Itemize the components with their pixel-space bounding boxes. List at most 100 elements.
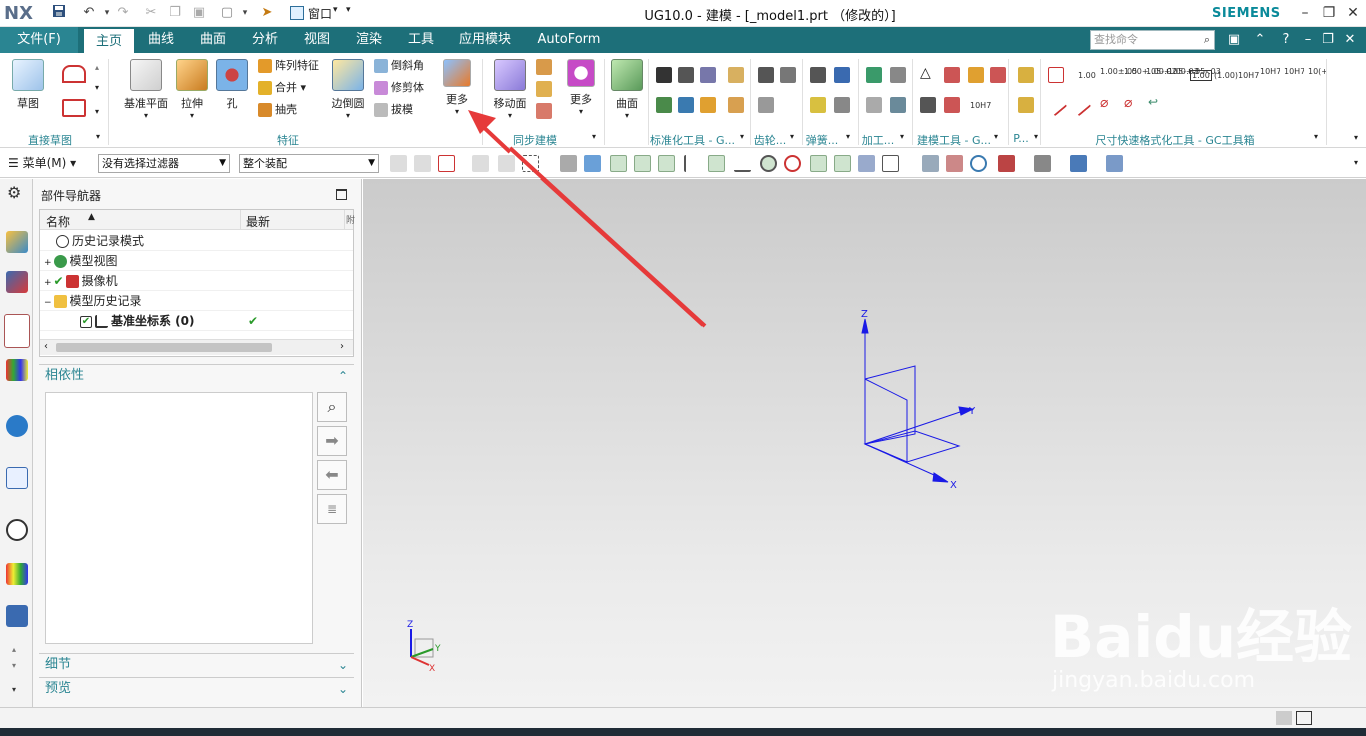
sync-tool-icon-3[interactable] xyxy=(536,103,552,119)
rotate-view-icon[interactable] xyxy=(970,155,987,172)
snap-point-on-curve-icon[interactable] xyxy=(810,155,827,172)
dim-label-10[interactable]: 10(+.015/0) xyxy=(1308,67,1326,76)
std-tool-icon-7[interactable] xyxy=(700,97,716,113)
arrow-right-button[interactable]: ➡ xyxy=(317,426,347,456)
spring-tool-icon-3[interactable] xyxy=(810,97,826,113)
window-dropdown-icon[interactable]: ▾ xyxy=(333,5,338,15)
draft-button[interactable]: 拔模 xyxy=(374,101,413,119)
chamfer-button[interactable]: 倒斜角 xyxy=(374,57,424,75)
column-extra[interactable]: 附 xyxy=(346,213,355,226)
column-divider[interactable] xyxy=(344,210,345,230)
snap-on-face-icon[interactable] xyxy=(834,155,851,172)
tree-row-model-history[interactable]: − 模型历史记录 xyxy=(40,291,353,311)
preview-section-header[interactable]: 预览 ⌄ xyxy=(39,677,354,699)
checkbox-checked-icon[interactable]: ✔ xyxy=(80,315,92,328)
group-dropdown-icon[interactable]: ▾ xyxy=(96,132,100,141)
trim-body-button[interactable]: 修剪体 xyxy=(374,79,424,97)
machining-tool-icon-2[interactable] xyxy=(890,67,906,83)
customize-icon[interactable]: ▾ xyxy=(346,5,351,15)
more-sketch-icon[interactable]: ▾ xyxy=(95,107,99,116)
snap-grid-icon[interactable] xyxy=(882,155,899,172)
close-button[interactable]: ✕ xyxy=(1342,3,1364,23)
tree-row-cameras[interactable]: + ✔ 摄像机 xyxy=(40,271,353,291)
web-browser-icon[interactable] xyxy=(6,467,28,489)
snap-bounded-icon[interactable] xyxy=(858,155,875,172)
search-magnifier-button[interactable]: ⌕ xyxy=(317,392,347,422)
horizontal-scrollbar[interactable]: ‹ › xyxy=(40,339,353,355)
gear-tool-icon-1[interactable] xyxy=(758,67,774,83)
expand-icon[interactable]: + xyxy=(44,278,52,288)
snap-intersection-icon[interactable] xyxy=(708,155,725,172)
select-feature-icon[interactable] xyxy=(414,155,431,172)
hole-button[interactable]: 孔 xyxy=(214,59,250,111)
dependency-tree-button[interactable]: ≣ xyxy=(317,494,347,524)
snap-center-icon[interactable] xyxy=(760,155,777,172)
group-dropdown-icon[interactable]: ▾ xyxy=(900,132,904,141)
std-tool-icon-5[interactable] xyxy=(656,97,672,113)
group-dropdown-icon[interactable]: ▾ xyxy=(740,132,744,141)
collapse-icon[interactable]: − xyxy=(44,298,52,308)
settings-gear-icon[interactable]: ⚙ xyxy=(7,183,21,202)
tab-tools[interactable]: 工具 xyxy=(400,27,442,53)
scroll-up-icon[interactable]: ▴ xyxy=(12,645,16,654)
std-tool-icon-2[interactable] xyxy=(678,67,694,83)
window-menu[interactable]: 窗口 xyxy=(308,5,332,22)
edit-section-icon[interactable] xyxy=(1034,155,1051,172)
tab-render[interactable]: 渲染 xyxy=(348,27,390,53)
collapse-ribbon-icon[interactable]: ⌃ xyxy=(1250,30,1270,50)
tab-curve[interactable]: 曲线 xyxy=(140,27,182,53)
dim-label-8[interactable]: 10H7(+.018/0) xyxy=(1260,67,1280,76)
command-search-input[interactable]: 查找命令 ⌕ xyxy=(1090,30,1215,50)
cut-icon[interactable]: ✂ xyxy=(142,4,160,22)
tab-file[interactable]: 文件(F) xyxy=(0,27,78,53)
minimize-button[interactable]: – xyxy=(1294,3,1316,23)
model-tool-icon-4[interactable] xyxy=(990,67,1006,83)
general-selection-icon[interactable] xyxy=(390,155,407,172)
column-latest[interactable]: 最新 xyxy=(246,213,270,230)
rail-options-icon[interactable]: ▾ xyxy=(12,685,16,694)
unite-button[interactable]: 合并 ▾ xyxy=(258,79,306,97)
extrude-button[interactable]: 拉伸 ▾ xyxy=(174,59,210,120)
view-triad-icon[interactable] xyxy=(1106,155,1123,172)
menu-button[interactable]: ☰ 菜单(M) ▾ xyxy=(8,154,76,171)
spring-tool-icon-4[interactable] xyxy=(834,97,850,113)
triangle-icon[interactable]: △ xyxy=(920,65,931,81)
std-tool-icon-3[interactable] xyxy=(700,67,716,83)
tree-row-history-mode[interactable]: 历史记录模式 xyxy=(40,231,353,251)
more-sync-button[interactable]: 更多 ▾ xyxy=(562,59,600,116)
group-dropdown-icon[interactable]: ▾ xyxy=(592,132,596,141)
model-tool-icon-3[interactable] xyxy=(968,67,984,83)
group-dropdown-icon[interactable]: ▾ xyxy=(994,132,998,141)
fullscreen-status-icon[interactable] xyxy=(1296,711,1312,725)
paste-icon[interactable]: ▣ xyxy=(190,4,208,22)
scroll-up-icon[interactable]: ▴ xyxy=(95,63,99,72)
restore-button[interactable]: ❐ xyxy=(1318,3,1340,23)
ribbon-options-icon[interactable]: ▾ xyxy=(1354,133,1358,142)
history-clock-icon[interactable] xyxy=(6,519,28,541)
dim-label-0[interactable]: 1.00 xyxy=(1078,71,1096,80)
scroll-down-icon[interactable]: ▾ xyxy=(95,83,99,92)
group-dropdown-icon[interactable]: ▾ xyxy=(846,132,850,141)
dim-tool-icon-3[interactable] xyxy=(1068,93,1092,117)
fullscreen-icon[interactable]: ▣ xyxy=(1224,30,1244,50)
model-tool-icon-6[interactable] xyxy=(944,97,960,113)
gear-tool-icon-3[interactable] xyxy=(758,97,774,113)
group-dropdown-icon[interactable]: ▾ xyxy=(1314,132,1318,141)
return-icon[interactable]: ↩ xyxy=(1148,95,1158,109)
surface-button[interactable]: 曲面 ▾ xyxy=(608,59,646,120)
undo-icon[interactable]: ↶ xyxy=(80,4,98,22)
window-icon[interactable] xyxy=(290,6,304,20)
snap-quadrant-icon[interactable] xyxy=(784,155,801,172)
snap-tangent-icon[interactable] xyxy=(734,155,751,172)
machining-tool-icon-1[interactable] xyxy=(866,67,882,83)
tree-row-datum-csys[interactable]: ✔ 基准坐标系 (0) ✔ xyxy=(40,311,353,331)
tab-home[interactable]: 主页 xyxy=(84,27,134,53)
sync-tool-icon-1[interactable] xyxy=(536,59,552,75)
repeat-command-icon[interactable]: ➤ xyxy=(258,4,276,22)
model-tool-icon-5[interactable] xyxy=(920,97,936,113)
pattern-feature-button[interactable]: 阵列特征 xyxy=(258,57,319,75)
copy-icon[interactable]: ❐ xyxy=(166,4,184,22)
gear-tool-icon-2[interactable] xyxy=(780,67,796,83)
machining-tool-icon-4[interactable] xyxy=(890,97,906,113)
tree-row-model-views[interactable]: + 模型视图 xyxy=(40,251,353,271)
